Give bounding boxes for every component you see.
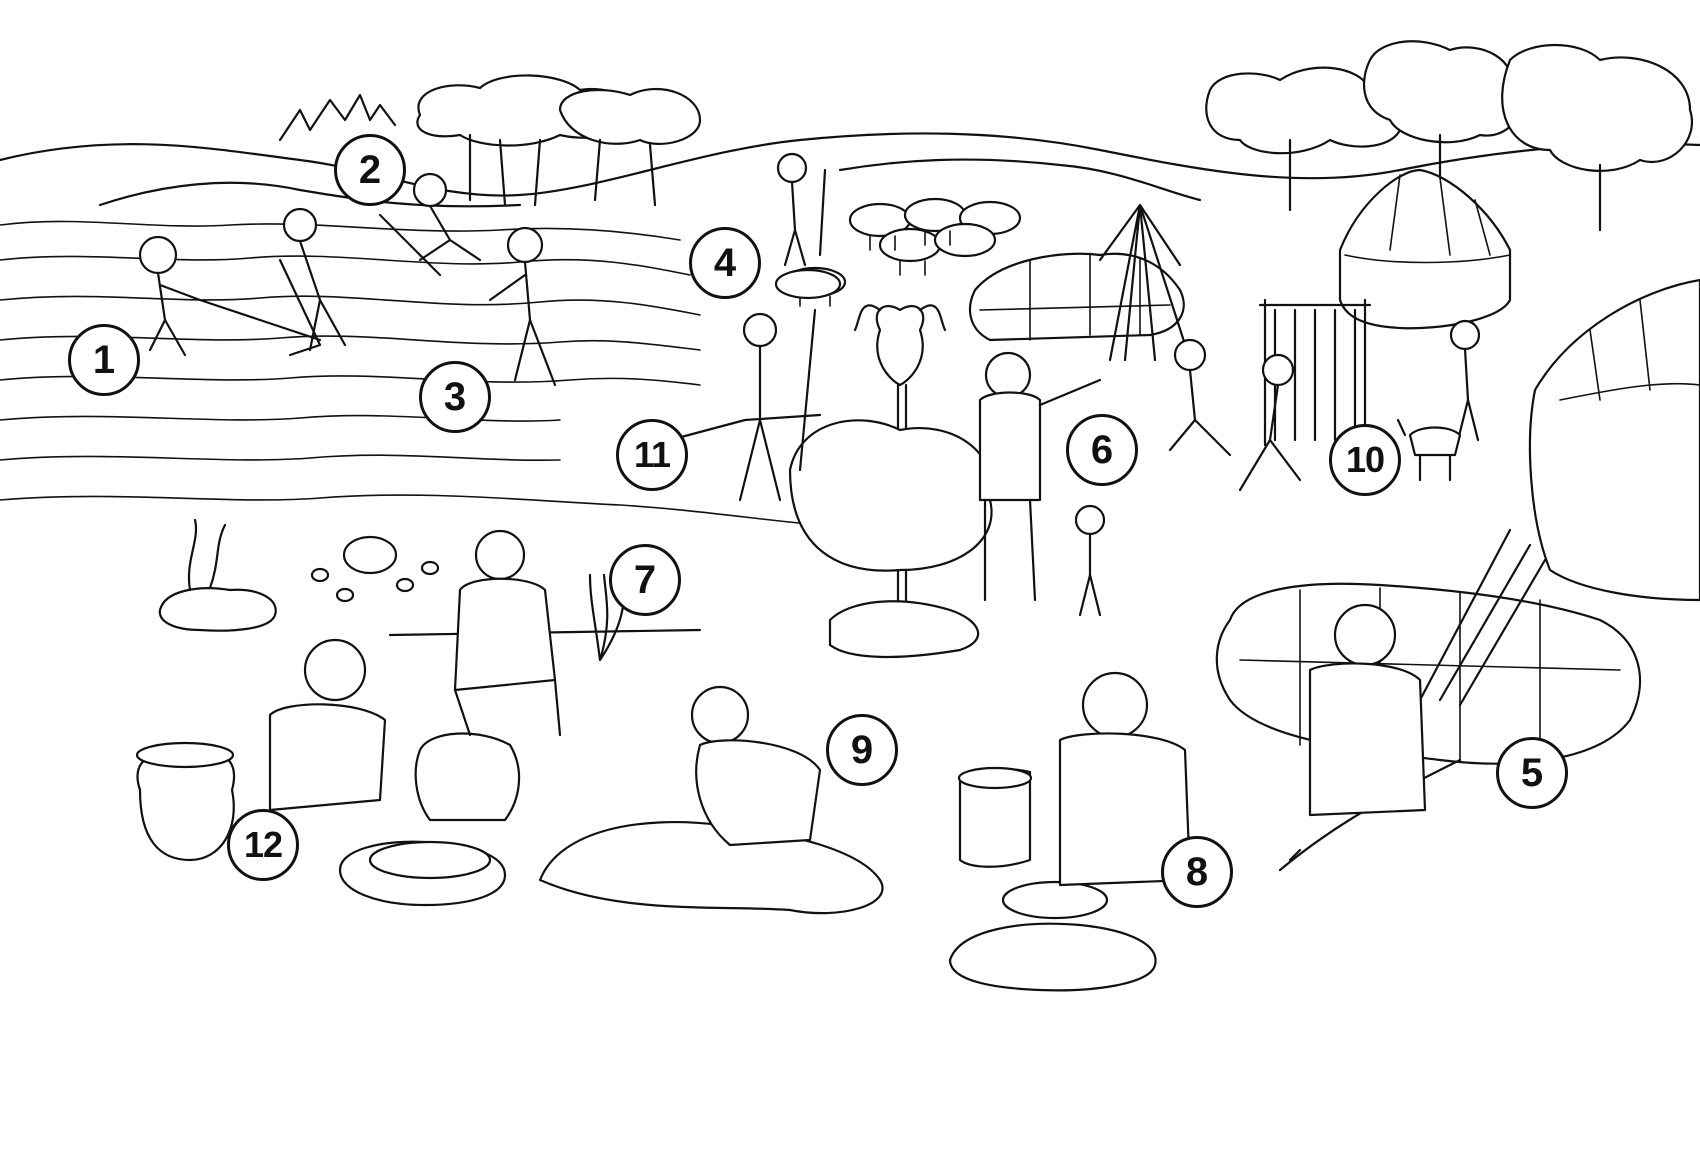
marker-6-label: 6 (1090, 428, 1114, 472)
marker-2: 2 (334, 134, 406, 206)
marker-10-label: 10 (1345, 439, 1385, 480)
marker-9: 9 (826, 714, 898, 786)
marker-9-label: 9 (850, 728, 874, 772)
goat (1396, 418, 1462, 482)
marker-3-label: 3 (443, 375, 467, 419)
marker-8-label: 8 (1185, 850, 1209, 894)
totem-with-bull-skull (788, 304, 993, 659)
fire-pit-and-chickens (158, 518, 440, 632)
marker-7-label: 7 (633, 558, 657, 602)
marker-12: 12 (227, 809, 299, 881)
marker-11-label: 11 (633, 434, 671, 475)
marker-10: 10 (1329, 424, 1401, 496)
marker-6: 6 (1066, 414, 1138, 486)
neolithic-village-illustration: 1 2 3 4 5 6 7 8 9 10 11 12 (0, 0, 1700, 1156)
marker-2-label: 2 (358, 148, 382, 192)
thatched-huts (1338, 168, 1700, 602)
marker-1-label: 1 (92, 338, 116, 382)
marker-4: 4 (689, 227, 761, 299)
marker-5-label: 5 (1520, 751, 1544, 795)
marker-8: 8 (1161, 836, 1233, 908)
marker-7: 7 (609, 544, 681, 616)
marker-1: 1 (68, 324, 140, 396)
marker-5: 5 (1496, 737, 1568, 809)
marker-12-label: 12 (243, 824, 283, 865)
marker-4-label: 4 (713, 241, 737, 285)
marker-3: 3 (419, 361, 491, 433)
marker-11: 11 (616, 419, 688, 491)
village-line-drawing (0, 40, 1700, 992)
